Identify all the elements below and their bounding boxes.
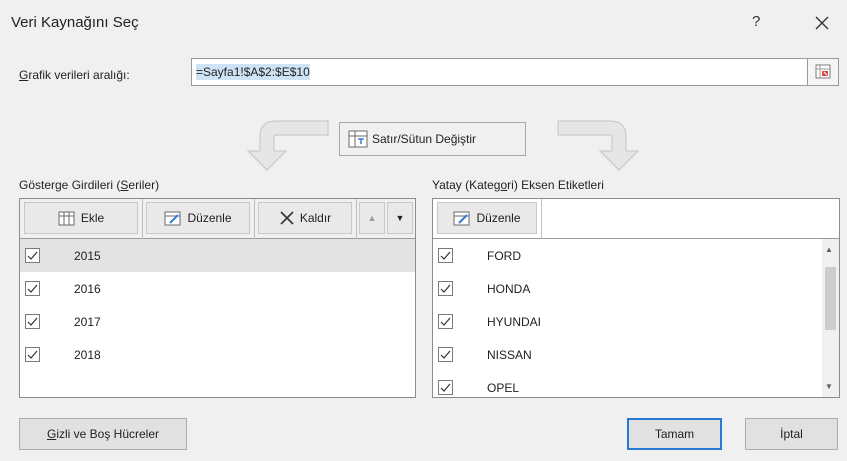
edit-icon: [164, 211, 181, 226]
series-panel: Ekle Düzenle Kaldır ▲ ▼ 2015 2016 2017 2…: [19, 198, 416, 398]
series-checkbox[interactable]: [25, 281, 40, 296]
title-bar: Veri Kaynağını Seç ?: [0, 0, 847, 48]
hidden-empty-cells-button[interactable]: Gizli ve Boş Hücreler: [19, 418, 187, 450]
series-label: 2015: [74, 249, 101, 263]
add-series-button[interactable]: Ekle: [24, 202, 138, 234]
switch-row-column-button[interactable]: Satır/Sütun Değiştir: [339, 122, 526, 156]
collapse-dialog-button[interactable]: [807, 58, 839, 86]
range-label: Grafik verileri aralığı:: [19, 68, 130, 82]
edit-icon: [453, 211, 470, 226]
series-checkbox[interactable]: [25, 314, 40, 329]
series-checkbox[interactable]: [25, 248, 40, 263]
scroll-up-icon[interactable]: ▲: [825, 245, 833, 254]
remove-series-button[interactable]: Kaldır: [258, 202, 352, 234]
list-item[interactable]: HONDA: [433, 272, 822, 305]
category-checkbox[interactable]: [438, 281, 453, 296]
category-checkbox[interactable]: [438, 248, 453, 263]
collapse-dialog-icon: [815, 64, 831, 79]
scrollbar-thumb[interactable]: [825, 267, 836, 330]
help-button[interactable]: ?: [752, 13, 760, 30]
series-label: 2017: [74, 315, 101, 329]
close-icon[interactable]: [812, 13, 832, 33]
range-input[interactable]: =Sayfa1!$A$2:$E$10: [191, 58, 808, 86]
series-panel-label: Gösterge Girdileri (Seriler): [19, 178, 160, 192]
list-item[interactable]: 2016: [20, 272, 415, 305]
series-label: 2018: [74, 348, 101, 362]
list-item[interactable]: NISSAN: [433, 338, 822, 371]
cancel-label: İptal: [780, 427, 803, 441]
switch-row-column-icon: [348, 130, 368, 148]
ok-button[interactable]: Tamam: [627, 418, 722, 450]
category-label: FORD: [487, 249, 521, 263]
category-list: FORD HONDA HYUNDAI NISSAN OPEL: [433, 239, 822, 397]
list-item[interactable]: 2015: [20, 239, 415, 272]
category-label: HYUNDAI: [487, 315, 542, 329]
dialog-title: Veri Kaynağını Seç: [11, 14, 139, 31]
ok-label: Tamam: [654, 427, 695, 441]
move-down-button[interactable]: ▼: [387, 202, 413, 234]
list-item[interactable]: OPEL: [433, 371, 822, 397]
toolbar-divider: [541, 199, 542, 239]
add-icon: [58, 211, 75, 226]
remove-x-icon: [280, 211, 294, 225]
series-list: 2015 2016 2017 2018: [20, 239, 415, 397]
category-panel-label: Yatay (Kategori) Eksen Etiketleri: [432, 178, 604, 192]
remove-series-label: Kaldır: [299, 211, 332, 225]
category-checkbox[interactable]: [438, 347, 453, 362]
list-item[interactable]: 2018: [20, 338, 415, 371]
hidden-empty-cells-label: Gizli ve Boş Hücreler: [46, 427, 160, 441]
series-label: 2016: [74, 282, 101, 296]
series-checkbox[interactable]: [25, 347, 40, 362]
category-scrollbar[interactable]: ▲ ▼: [822, 239, 839, 397]
range-value: =Sayfa1!$A$2:$E$10: [196, 64, 310, 80]
toolbar-divider: [356, 199, 357, 239]
category-label: HONDA: [487, 282, 531, 296]
cancel-button[interactable]: İptal: [745, 418, 838, 450]
toolbar-divider: [142, 199, 143, 239]
move-up-icon: ▲: [367, 213, 377, 223]
move-up-button[interactable]: ▲: [359, 202, 385, 234]
switch-right-arrow-icon: [557, 120, 640, 171]
category-checkbox[interactable]: [438, 314, 453, 329]
edit-categories-button[interactable]: Düzenle: [437, 202, 537, 234]
switch-row-column-label: Satır/Sütun Değiştir: [372, 132, 477, 146]
list-item[interactable]: FORD: [433, 239, 822, 272]
edit-series-label: Düzenle: [187, 211, 232, 225]
edit-series-button[interactable]: Düzenle: [146, 202, 250, 234]
series-toolbar: Ekle Düzenle Kaldır ▲ ▼: [20, 199, 415, 239]
category-toolbar: Düzenle: [433, 199, 839, 239]
edit-categories-label: Düzenle: [476, 211, 521, 225]
list-item[interactable]: HYUNDAI: [433, 305, 822, 338]
category-panel: Düzenle FORD HONDA HYUNDAI NISSAN OPEL ▲…: [432, 198, 840, 398]
list-item[interactable]: 2017: [20, 305, 415, 338]
switch-left-arrow-icon: [246, 120, 329, 171]
category-label: OPEL: [487, 381, 520, 395]
category-checkbox[interactable]: [438, 380, 453, 395]
toolbar-divider: [254, 199, 255, 239]
move-down-icon: ▼: [395, 213, 405, 223]
scroll-down-icon[interactable]: ▼: [825, 382, 833, 391]
category-label: NISSAN: [487, 348, 532, 362]
add-series-label: Ekle: [80, 211, 105, 225]
